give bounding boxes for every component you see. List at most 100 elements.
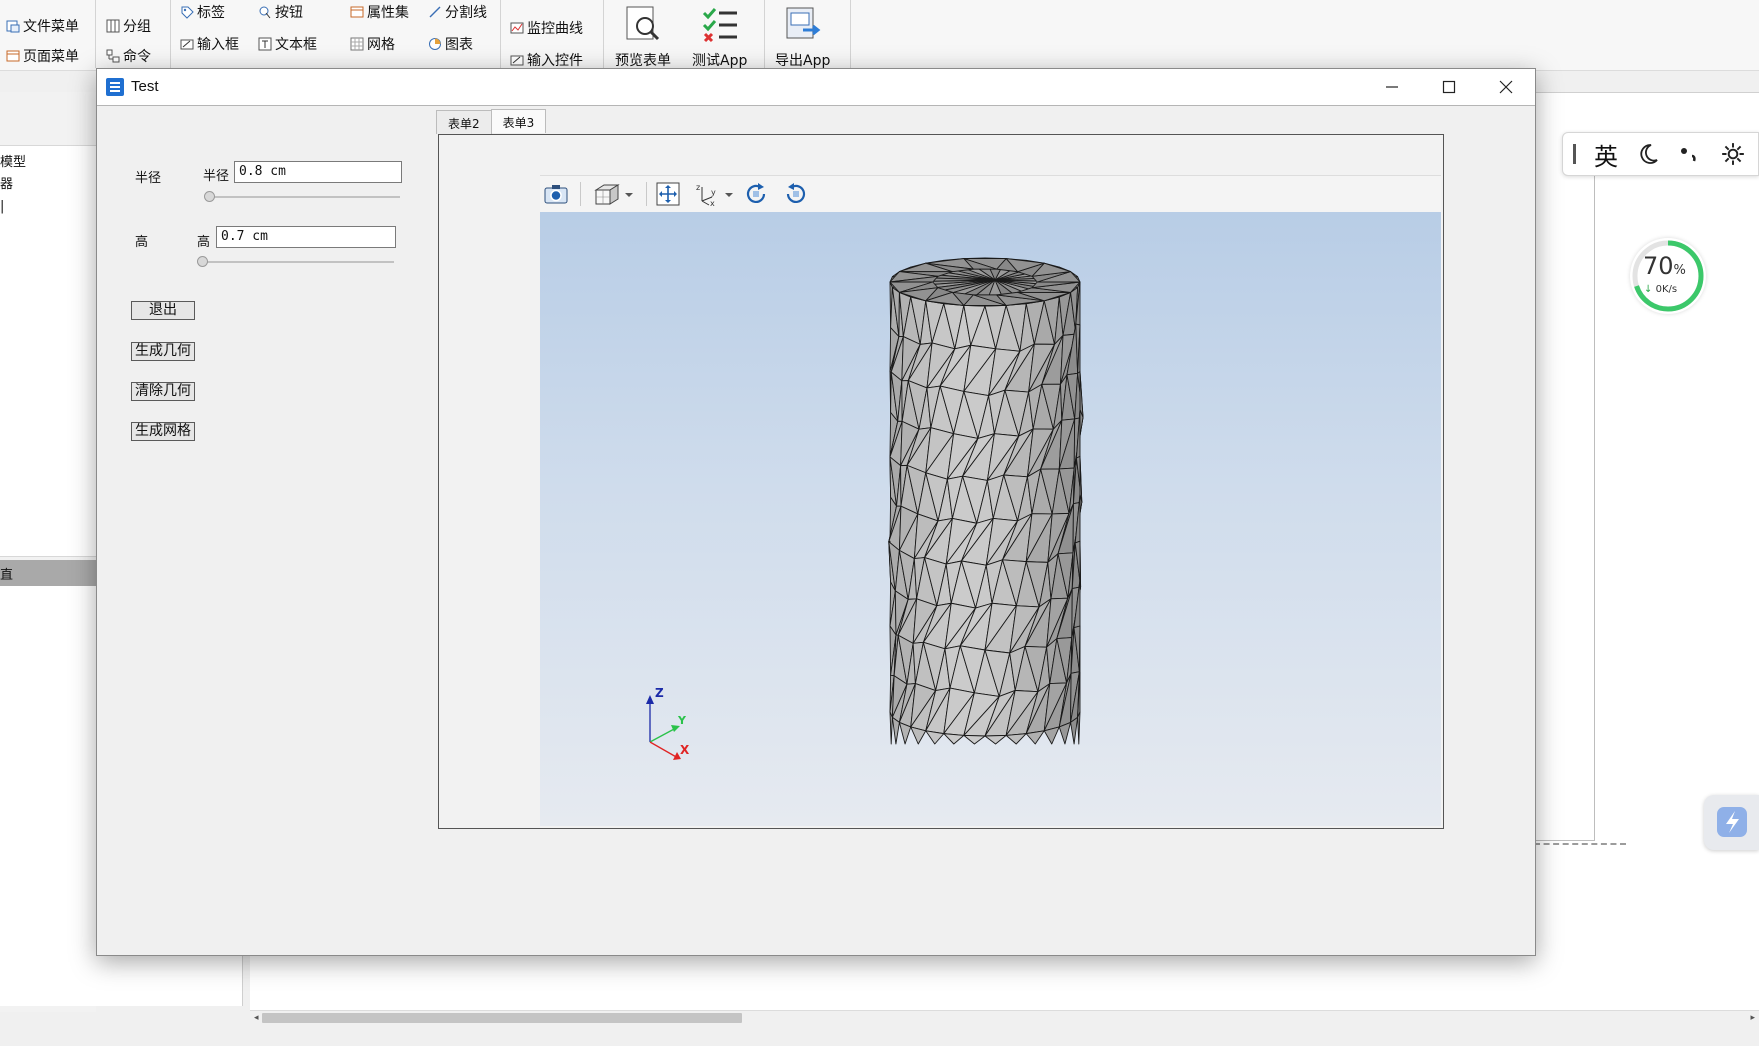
minimize-icon bbox=[1386, 86, 1398, 88]
radius-slider-track[interactable] bbox=[207, 196, 400, 198]
label-item[interactable]: 标签 bbox=[180, 2, 225, 22]
preview-form-icon bbox=[626, 6, 660, 41]
generate-mesh-button[interactable]: 生成网格 bbox=[131, 422, 195, 441]
grid-icon bbox=[350, 37, 364, 51]
file-menu-icon bbox=[6, 20, 20, 33]
export-app-button[interactable]: 导出App bbox=[775, 4, 830, 70]
bg-section-header-text: 直 bbox=[0, 568, 14, 583]
svg-text:z: z bbox=[696, 183, 700, 192]
ime-language-toggle[interactable]: 英 bbox=[1594, 137, 1618, 172]
bg-top-line bbox=[1534, 92, 1759, 121]
property-set-icon bbox=[350, 6, 364, 18]
close-icon bbox=[1499, 80, 1513, 94]
command-item[interactable]: 命令 bbox=[106, 46, 151, 66]
network-speed-widget[interactable]: 70% ↓ 0K/s bbox=[1630, 238, 1706, 314]
generate-geometry-button[interactable]: 生成几何 bbox=[131, 342, 195, 361]
height-field-label: 高 bbox=[197, 235, 211, 250]
minimize-button[interactable] bbox=[1363, 69, 1421, 105]
svg-text:x: x bbox=[710, 199, 715, 207]
text-box-item[interactable]: 文本框 bbox=[258, 34, 317, 54]
window-title: Test bbox=[131, 78, 159, 95]
bg-section-header: 直 bbox=[0, 560, 96, 586]
monitor-curve-icon bbox=[510, 22, 524, 34]
separator-label: 分割线 bbox=[445, 5, 487, 21]
separator-item[interactable]: 分割线 bbox=[428, 2, 487, 22]
ime-drag-handle[interactable] bbox=[1573, 144, 1576, 164]
svg-text:y: y bbox=[711, 188, 716, 197]
zoom-extents-icon[interactable] bbox=[654, 181, 682, 207]
input-box-icon bbox=[180, 39, 194, 50]
page-menu-label: 页面菜单 bbox=[23, 49, 79, 65]
grid-item[interactable]: 网格 bbox=[350, 34, 395, 54]
gear-icon[interactable] bbox=[1720, 141, 1746, 167]
scroll-right-icon[interactable]: ▸ bbox=[1750, 1013, 1755, 1023]
chart-icon bbox=[429, 38, 441, 50]
label-label: 标签 bbox=[197, 5, 225, 21]
separator-icon bbox=[429, 6, 441, 18]
tag-icon bbox=[181, 6, 194, 19]
bg-dashed-frame bbox=[1534, 120, 1626, 845]
axis-triad: Z Y X bbox=[646, 686, 690, 760]
3d-graphics-viewport[interactable]: Z Y X bbox=[540, 212, 1441, 826]
rotate-right-icon[interactable] bbox=[742, 181, 770, 207]
tree-item[interactable]: | bbox=[0, 198, 4, 216]
button-item[interactable]: 按钮 bbox=[258, 2, 303, 22]
test-app-icon bbox=[702, 8, 737, 43]
speed-percent: 70 bbox=[1643, 252, 1674, 280]
test-app-button[interactable]: 测试App bbox=[692, 4, 747, 70]
height-input[interactable]: 0.7 cm bbox=[216, 226, 396, 248]
speed-percent-unit: % bbox=[1673, 263, 1686, 278]
group-item[interactable]: 分组 bbox=[106, 16, 151, 36]
close-button[interactable] bbox=[1477, 69, 1535, 105]
axis-orientation-icon[interactable]: z y x bbox=[694, 181, 738, 207]
lightning-icon bbox=[1717, 807, 1747, 837]
preview-form-button[interactable]: 预览表单 bbox=[615, 4, 671, 70]
punctuation-icon[interactable] bbox=[1678, 142, 1702, 166]
ime-toolbar: 英 bbox=[1562, 132, 1759, 176]
camera-icon[interactable] bbox=[542, 181, 570, 207]
ribbon-toolbar: 文件菜单 页面菜单 分组 命令 标签 输入框 按钮 文本框 属性集 网格 分割线 bbox=[0, 0, 1759, 71]
group-icon bbox=[106, 19, 120, 33]
height-slider-handle[interactable] bbox=[197, 256, 208, 267]
app-icon bbox=[106, 78, 124, 96]
graphics-toolbar: z y x bbox=[540, 175, 1441, 213]
tree-item[interactable]: 器 bbox=[0, 176, 13, 194]
monitor-curve-label: 监控曲线 bbox=[527, 21, 583, 37]
maximize-button[interactable] bbox=[1420, 69, 1478, 105]
button-icon bbox=[259, 6, 271, 19]
view-cube-icon[interactable] bbox=[592, 181, 636, 207]
tree-item[interactable]: 模型 bbox=[0, 154, 26, 172]
clear-geometry-button[interactable]: 清除几何 bbox=[131, 382, 195, 401]
window-titlebar[interactable]: Test bbox=[97, 69, 1535, 106]
monitor-curve-item[interactable]: 监控曲线 bbox=[510, 18, 583, 38]
file-menu-item[interactable]: 文件菜单 bbox=[6, 16, 79, 36]
side-float-button[interactable] bbox=[1704, 795, 1759, 850]
height-slider-track[interactable] bbox=[200, 261, 394, 263]
group-label: 分组 bbox=[123, 19, 151, 35]
input-control-item[interactable]: 输入控件 bbox=[510, 50, 583, 70]
page-menu-item[interactable]: 页面菜单 bbox=[6, 46, 79, 66]
command-icon bbox=[106, 49, 120, 63]
moon-icon[interactable] bbox=[1636, 142, 1660, 166]
maximize-icon bbox=[1442, 80, 1456, 94]
radius-input[interactable]: 0.8 cm bbox=[234, 161, 402, 183]
property-set-item[interactable]: 属性集 bbox=[350, 2, 409, 22]
rotate-left-icon[interactable] bbox=[782, 181, 810, 207]
preview-form-label: 预览表单 bbox=[615, 53, 671, 69]
chart-item[interactable]: 图表 bbox=[428, 34, 473, 54]
input-box-item[interactable]: 输入框 bbox=[180, 34, 239, 54]
page-menu-icon bbox=[6, 50, 20, 62]
input-control-icon bbox=[510, 55, 524, 66]
axis-x-label: X bbox=[680, 743, 690, 757]
tab-form3[interactable]: 表单3 bbox=[490, 109, 547, 133]
file-menu-label: 文件菜单 bbox=[23, 19, 79, 35]
chart-label: 图表 bbox=[445, 37, 473, 53]
scroll-left-icon[interactable]: ◂ bbox=[254, 1013, 259, 1023]
exit-button[interactable]: 退出 bbox=[131, 301, 195, 320]
horizontal-scroll-thumb[interactable] bbox=[262, 1013, 742, 1023]
bg-model-tree: 模型 器 | bbox=[0, 145, 97, 557]
tab-form2[interactable]: 表单2 bbox=[436, 110, 492, 134]
grid-label: 网格 bbox=[367, 37, 395, 53]
download-arrow-icon: ↓ bbox=[1644, 284, 1653, 295]
radius-slider-handle[interactable] bbox=[204, 191, 215, 202]
